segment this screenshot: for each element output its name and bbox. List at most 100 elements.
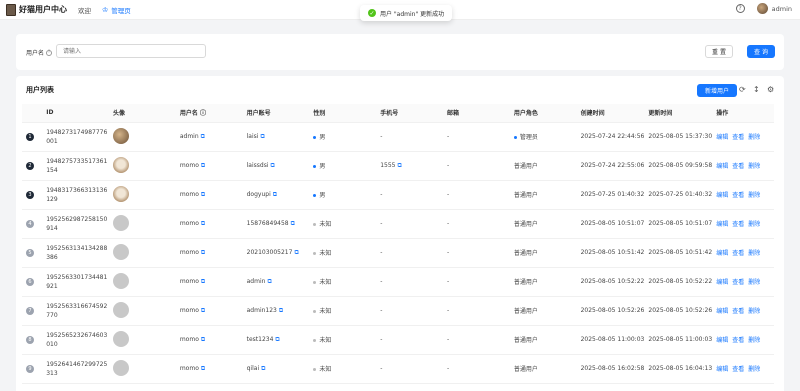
edit-link[interactable]: 编辑 (716, 163, 728, 170)
username-cell: momo ⧉ (175, 180, 243, 210)
copy-icon[interactable]: ⧉ (398, 162, 402, 169)
delete-link[interactable]: 删除 (748, 221, 760, 228)
delete-link[interactable]: 删除 (748, 366, 760, 373)
phone-cell: - (376, 180, 444, 210)
role-cell: 普通用户 (509, 354, 577, 384)
view-link[interactable]: 查看 (732, 366, 744, 373)
nav-welcome-label: 欢迎 (78, 6, 91, 15)
delete-link[interactable]: 删除 (748, 250, 760, 257)
view-link[interactable]: 查看 (732, 337, 744, 344)
delete-link[interactable]: 删除 (748, 192, 760, 199)
gender-cell: 未知 (309, 354, 377, 384)
row-index-cell: 8 (22, 325, 43, 355)
info-icon[interactable]: ⓘ (200, 110, 206, 117)
copy-icon[interactable]: ⧉ (201, 191, 205, 198)
phone-text: - (380, 133, 383, 140)
row-index-cell: 3 (22, 180, 43, 210)
copy-icon[interactable]: ⧉ (275, 336, 279, 343)
col-id[interactable]: ID (42, 104, 110, 123)
view-link[interactable]: 查看 (732, 163, 744, 170)
username-text: momo (179, 277, 199, 285)
avatar[interactable] (113, 359, 130, 376)
avatar[interactable] (756, 3, 768, 14)
edit-link[interactable]: 编辑 (716, 192, 728, 199)
view-link[interactable]: 查看 (732, 279, 744, 286)
gender-text: 男 (319, 134, 326, 141)
edit-link[interactable]: 编辑 (716, 366, 728, 373)
edit-link[interactable]: 编辑 (716, 279, 728, 286)
view-link[interactable]: 查看 (732, 134, 744, 141)
copy-icon[interactable]: ⧉ (201, 162, 205, 169)
username-search-input[interactable] (56, 44, 206, 58)
gender-text: 男 (319, 192, 326, 199)
delete-link[interactable]: 删除 (748, 337, 760, 344)
phone-cell: - (376, 122, 444, 152)
copy-icon[interactable]: ⧉ (201, 220, 205, 227)
view-link[interactable]: 查看 (732, 192, 744, 199)
updated-cell: 2025-08-05 11:00:03 (644, 325, 713, 355)
copy-icon[interactable]: ⧉ (260, 133, 264, 140)
copy-icon[interactable]: ⧉ (201, 365, 205, 372)
avatar[interactable] (113, 127, 130, 144)
reload-icon[interactable]: ⟳ (739, 85, 746, 94)
avatar-cell (109, 209, 176, 239)
view-link[interactable]: 查看 (732, 250, 744, 257)
edit-link[interactable]: 编辑 (716, 308, 728, 315)
copy-icon[interactable]: ⧉ (291, 220, 295, 227)
avatar[interactable] (113, 272, 130, 289)
col-role: 用户角色 (509, 104, 577, 123)
copy-icon[interactable]: ⧉ (271, 162, 275, 169)
copy-icon[interactable]: ⧉ (201, 249, 205, 256)
gender-dot (313, 252, 317, 255)
edit-link[interactable]: 编辑 (716, 250, 728, 257)
edit-link[interactable]: 编辑 (716, 134, 728, 141)
gender-text: 未知 (319, 221, 332, 228)
reset-button[interactable]: 重 置 (705, 45, 733, 58)
copy-icon[interactable]: ⧉ (201, 133, 205, 140)
username[interactable]: admin (772, 5, 792, 13)
copy-icon[interactable]: ⧉ (201, 278, 205, 285)
copy-icon[interactable]: ⧉ (279, 307, 283, 314)
copy-icon[interactable]: ⧉ (294, 249, 298, 256)
edit-link[interactable]: 编辑 (716, 337, 728, 344)
help-icon[interactable]: ? (735, 4, 745, 13)
account-cell: 15876849458 ⧉ (242, 209, 310, 239)
copy-icon[interactable]: ⧉ (201, 307, 205, 314)
copy-icon[interactable]: ⧉ (267, 278, 271, 285)
nav-admin[interactable]: ♔ 管理页 (102, 5, 131, 15)
avatar[interactable] (113, 156, 130, 173)
settings-icon[interactable]: ⚙ (767, 85, 774, 94)
avatar[interactable] (113, 214, 130, 231)
delete-link[interactable]: 删除 (748, 308, 760, 315)
actions-cell: 编辑 查看 删除 (712, 180, 774, 210)
avatar[interactable] (113, 301, 130, 318)
phone-text: - (380, 191, 383, 198)
view-link[interactable]: 查看 (732, 308, 744, 315)
role-cell: 普通用户 (509, 238, 577, 268)
delete-link[interactable]: 删除 (748, 163, 760, 170)
nav-welcome[interactable]: 欢迎 (78, 5, 91, 15)
gender-dot (313, 136, 317, 139)
edit-link[interactable]: 编辑 (716, 221, 728, 228)
avatar[interactable] (113, 330, 130, 347)
delete-link[interactable]: 删除 (748, 134, 760, 141)
account-text: admin123 (246, 306, 277, 314)
question-icon[interactable]: ? (46, 49, 53, 56)
actions-cell: 编辑 查看 删除 (712, 209, 774, 239)
copy-icon[interactable]: ⧉ (273, 191, 277, 198)
copy-icon[interactable]: ⧉ (261, 365, 265, 372)
query-button[interactable]: 查 询 (747, 45, 775, 58)
copy-icon[interactable]: ⧉ (201, 336, 205, 343)
row-number: 3 (26, 190, 34, 199)
role-cell: 普通用户 (509, 151, 577, 181)
density-icon[interactable]: ↕ (753, 85, 760, 94)
username-text: momo (179, 306, 199, 314)
row-number: 6 (26, 277, 34, 286)
view-link[interactable]: 查看 (732, 221, 744, 228)
delete-link[interactable]: 删除 (748, 279, 760, 286)
avatar[interactable] (113, 185, 130, 202)
add-user-button[interactable]: 新增用户 (697, 84, 737, 97)
avatar[interactable] (113, 243, 130, 260)
gender-dot (313, 310, 317, 313)
email-cell: - (443, 209, 510, 239)
